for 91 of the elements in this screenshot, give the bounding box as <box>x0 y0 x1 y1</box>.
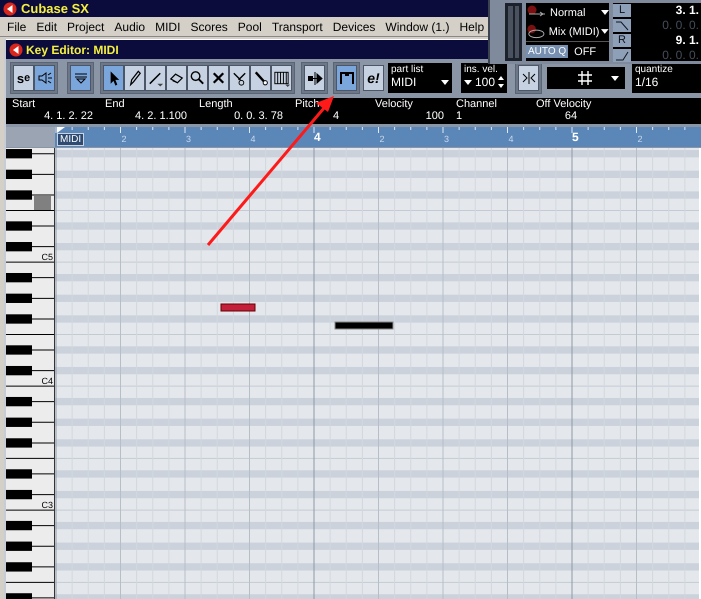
locator-button[interactable]: L <box>613 4 631 16</box>
editor-title: Key Editor: MIDI <box>26 42 119 56</box>
level-meter <box>505 3 522 61</box>
octave-label: C3 <box>41 500 53 510</box>
info-label: Start <box>12 98 36 110</box>
edit-in-place-button[interactable]: e! <box>363 65 384 91</box>
speaker-icon <box>36 70 52 86</box>
locator-button[interactable]: R <box>613 34 631 46</box>
ruler-corner <box>6 127 55 147</box>
part-name-tag: MIDI <box>57 133 84 146</box>
quantize-label: quantize <box>635 64 674 75</box>
tool-button[interactable] <box>124 65 145 91</box>
part-list-label: part list <box>391 64 424 75</box>
menu-item[interactable]: Scores <box>185 20 233 34</box>
fade-out-icon[interactable] <box>613 18 631 32</box>
grid-type-dropdown[interactable] <box>547 67 625 89</box>
tool-button[interactable] <box>208 65 229 91</box>
piano-keyboard-drawing[interactable] <box>6 148 55 599</box>
info-label: Off Velocity <box>536 98 592 110</box>
locator-offset: 0. 0. 0. <box>661 18 700 32</box>
info-label: Length <box>199 98 234 110</box>
info-label: End <box>105 98 126 110</box>
menu-item[interactable]: Window (1.) <box>380 20 454 34</box>
midi-note[interactable] <box>334 322 394 330</box>
tool-button[interactable] <box>166 65 187 91</box>
info-value[interactable]: 100 <box>375 110 456 122</box>
caret-icon <box>601 29 609 34</box>
menu-item[interactable]: File <box>2 20 32 34</box>
beat-number: 2 <box>638 134 643 144</box>
beat-number: 3 <box>186 134 192 144</box>
info-value[interactable]: 4. 2. 1.100 <box>105 110 199 122</box>
tool-button[interactable] <box>271 65 292 91</box>
locator-position: 3. 1. <box>674 3 700 17</box>
caret-icon <box>441 80 449 84</box>
app-logo-icon <box>9 42 23 56</box>
caret-icon <box>611 76 619 80</box>
grid-icon <box>577 70 593 86</box>
beat-number: 2 <box>122 134 127 144</box>
part-list-dropdown[interactable]: part list MIDI <box>388 63 452 93</box>
time-ruler[interactable]: MIDI 2 3 4 4 2 3 4 5 2 <box>55 127 701 147</box>
info-value[interactable]: 4 <box>295 110 375 122</box>
menu-item[interactable]: Audio <box>109 20 150 34</box>
beat-number: 3 <box>444 134 450 144</box>
tool-button[interactable] <box>187 65 208 91</box>
menu-item[interactable]: Help <box>454 20 490 34</box>
spinner-icon[interactable] <box>498 76 504 88</box>
insert-velocity-value: 100 <box>474 75 496 89</box>
insert-velocity-field[interactable]: ins. vel. 100 <box>461 63 507 93</box>
beat-number: 4 <box>250 134 256 144</box>
tool-button[interactable] <box>229 65 250 91</box>
cycle-mode-dropdown[interactable]: Mix (MIDI) <box>548 26 600 38</box>
fade-in-icon[interactable] <box>613 48 631 62</box>
record-mode-dropdown[interactable]: Normal <box>550 6 599 18</box>
app-title: Cubase SX <box>21 1 89 16</box>
menu-item[interactable]: MIDI <box>150 20 186 34</box>
brackets-icon <box>338 70 354 86</box>
beat-number: 2 <box>380 134 385 144</box>
info-value[interactable]: 0. 0. 3. 78 <box>199 110 295 122</box>
speaker-button[interactable] <box>34 65 55 91</box>
quantize-dropdown[interactable]: quantize 1/16 <box>632 63 701 93</box>
cycle-mode-icon <box>526 24 547 40</box>
tool-button[interactable] <box>145 65 166 91</box>
info-value[interactable]: 64 <box>536 110 636 122</box>
bar-number: 5 <box>572 130 579 144</box>
auto-quantize-status: OFF <box>574 46 596 58</box>
locator-position: 9. 1. <box>674 33 700 47</box>
bar-number: 4 <box>314 130 321 144</box>
part-list-value: MIDI <box>391 75 416 89</box>
menu-item[interactable]: Devices <box>328 20 380 34</box>
menu-item[interactable]: Transport <box>266 20 328 34</box>
snap-icon <box>520 70 536 86</box>
caret-icon <box>464 80 472 84</box>
tool-button[interactable] <box>250 65 271 91</box>
octave-label: C4 <box>41 376 53 386</box>
menu-item[interactable]: Project <box>62 20 110 34</box>
info-value[interactable]: 4. 1. 2. 22 <box>12 110 105 122</box>
arrow-right-icon <box>306 70 324 86</box>
caret-icon <box>601 10 609 15</box>
info-label: Velocity <box>375 98 414 110</box>
tool-button[interactable] <box>103 65 124 91</box>
octave-label: C5 <box>41 252 53 262</box>
info-label: Pitch <box>295 98 320 110</box>
beat-number: 4 <box>508 134 514 144</box>
app-logo-icon <box>3 2 17 16</box>
quantize-value: 1/16 <box>635 75 658 89</box>
menu-item[interactable]: Edit <box>31 20 62 34</box>
info-label: Channel <box>456 98 498 110</box>
locator-offset: 0. 0. 0. <box>661 48 700 62</box>
info-value[interactable]: 1 <box>456 110 536 122</box>
menu-item[interactable]: Pool <box>232 20 267 34</box>
insert-velocity-label: ins. vel. <box>464 64 499 75</box>
